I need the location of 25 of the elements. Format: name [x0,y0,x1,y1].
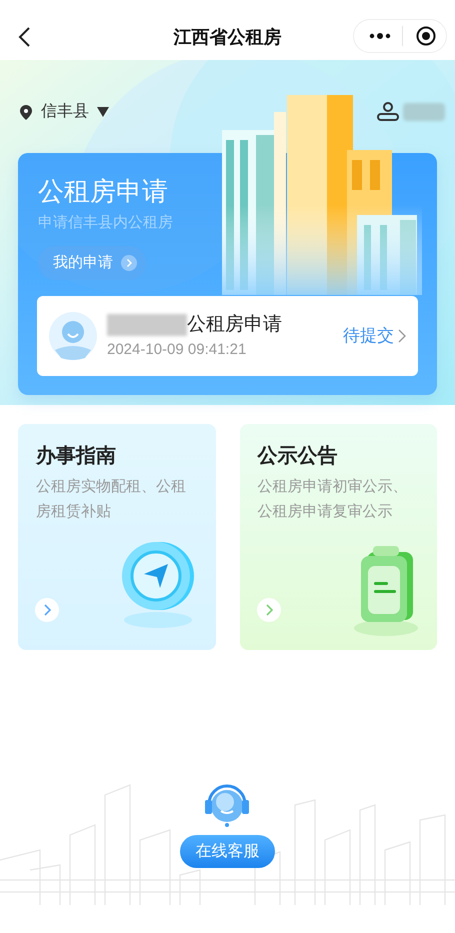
user-icon[interactable] [377,102,399,122]
tile-description: 公租房实物配租、公租房租赁补贴 [36,477,187,522]
card-title: 公租房申请 [38,175,168,207]
tile-title: 办事指南 [36,444,117,469]
page-title: 江西省公租房 [172,26,282,49]
tile-title: 公示公告 [258,444,338,469]
record-time: 2024-10-09 09:41:21 [107,340,248,360]
dropdown-triangle-icon [97,107,109,117]
close-circle-icon[interactable] [416,26,436,46]
chevron-right-icon [121,255,137,271]
notice-tile[interactable]: 公示公告 公租房申请初审公示、公租房申请复审公示 [240,424,437,650]
chevron-right-icon [264,604,274,616]
blurred-username [403,103,445,121]
more-icon[interactable] [369,33,391,39]
avatar-icon [49,312,97,360]
location-selector[interactable]: 信丰县 [41,100,109,124]
tile-description: 公租房申请初审公示、公租房申请复审公示 [258,477,408,522]
application-record[interactable]: 公租房申请 2024-10-09 09:41:21 待提交 [37,296,418,376]
chevron-right-icon [398,329,406,343]
chevron-right-icon [42,604,52,616]
guide-tile[interactable]: 办事指南 公租房实物配租、公租房租赁补贴 [18,424,216,650]
record-title: 公租房申请 [187,313,282,337]
location-pin-icon [20,104,32,120]
card-subtitle: 申请信丰县内公租房 [38,213,173,233]
back-icon[interactable] [18,27,30,47]
